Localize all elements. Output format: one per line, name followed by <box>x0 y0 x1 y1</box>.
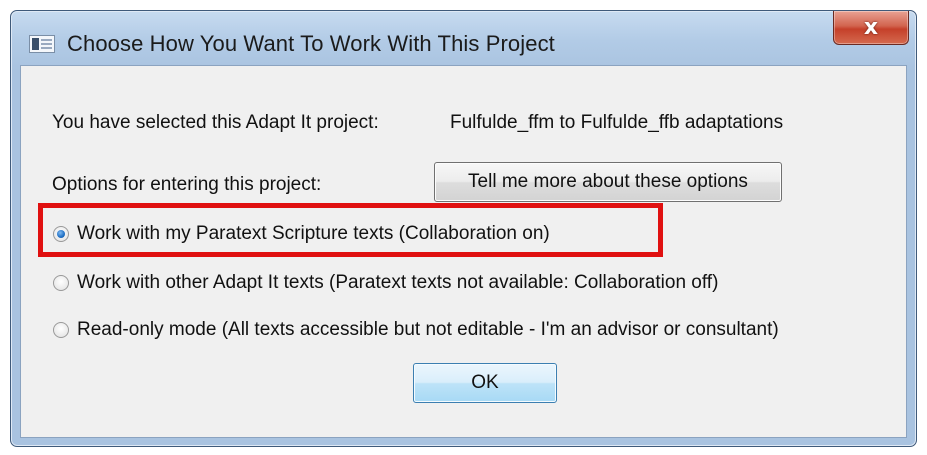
red-highlight-box <box>38 203 663 257</box>
radio-button[interactable] <box>53 275 69 291</box>
tell-me-more-button[interactable]: Tell me more about these options <box>434 162 782 202</box>
dialog-content: You have selected this Adapt It project:… <box>20 65 907 438</box>
option-label: Work with other Adapt It texts (Paratext… <box>77 272 719 293</box>
project-name: Fulfulde_ffm to Fulfulde_ffb adaptations <box>450 112 784 133</box>
app-icon <box>29 35 55 53</box>
option-read-only[interactable]: Read-only mode (All texts accessible but… <box>53 315 779 345</box>
option-collaboration-off[interactable]: Work with other Adapt It texts (Paratext… <box>53 268 718 298</box>
option-label: Read-only mode (All texts accessible but… <box>77 319 779 340</box>
options-label: Options for entering this project: <box>52 174 322 195</box>
ok-button[interactable]: OK <box>413 363 557 403</box>
title-bar[interactable]: Choose How You Want To Work With This Pr… <box>11 11 916 65</box>
dialog-window: Choose How You Want To Work With This Pr… <box>10 10 917 447</box>
close-button[interactable]: x <box>833 11 909 45</box>
close-icon: x <box>863 14 879 40</box>
window-title: Choose How You Want To Work With This Pr… <box>67 31 555 56</box>
project-label: You have selected this Adapt It project: <box>52 112 379 133</box>
radio-button[interactable] <box>53 322 69 338</box>
